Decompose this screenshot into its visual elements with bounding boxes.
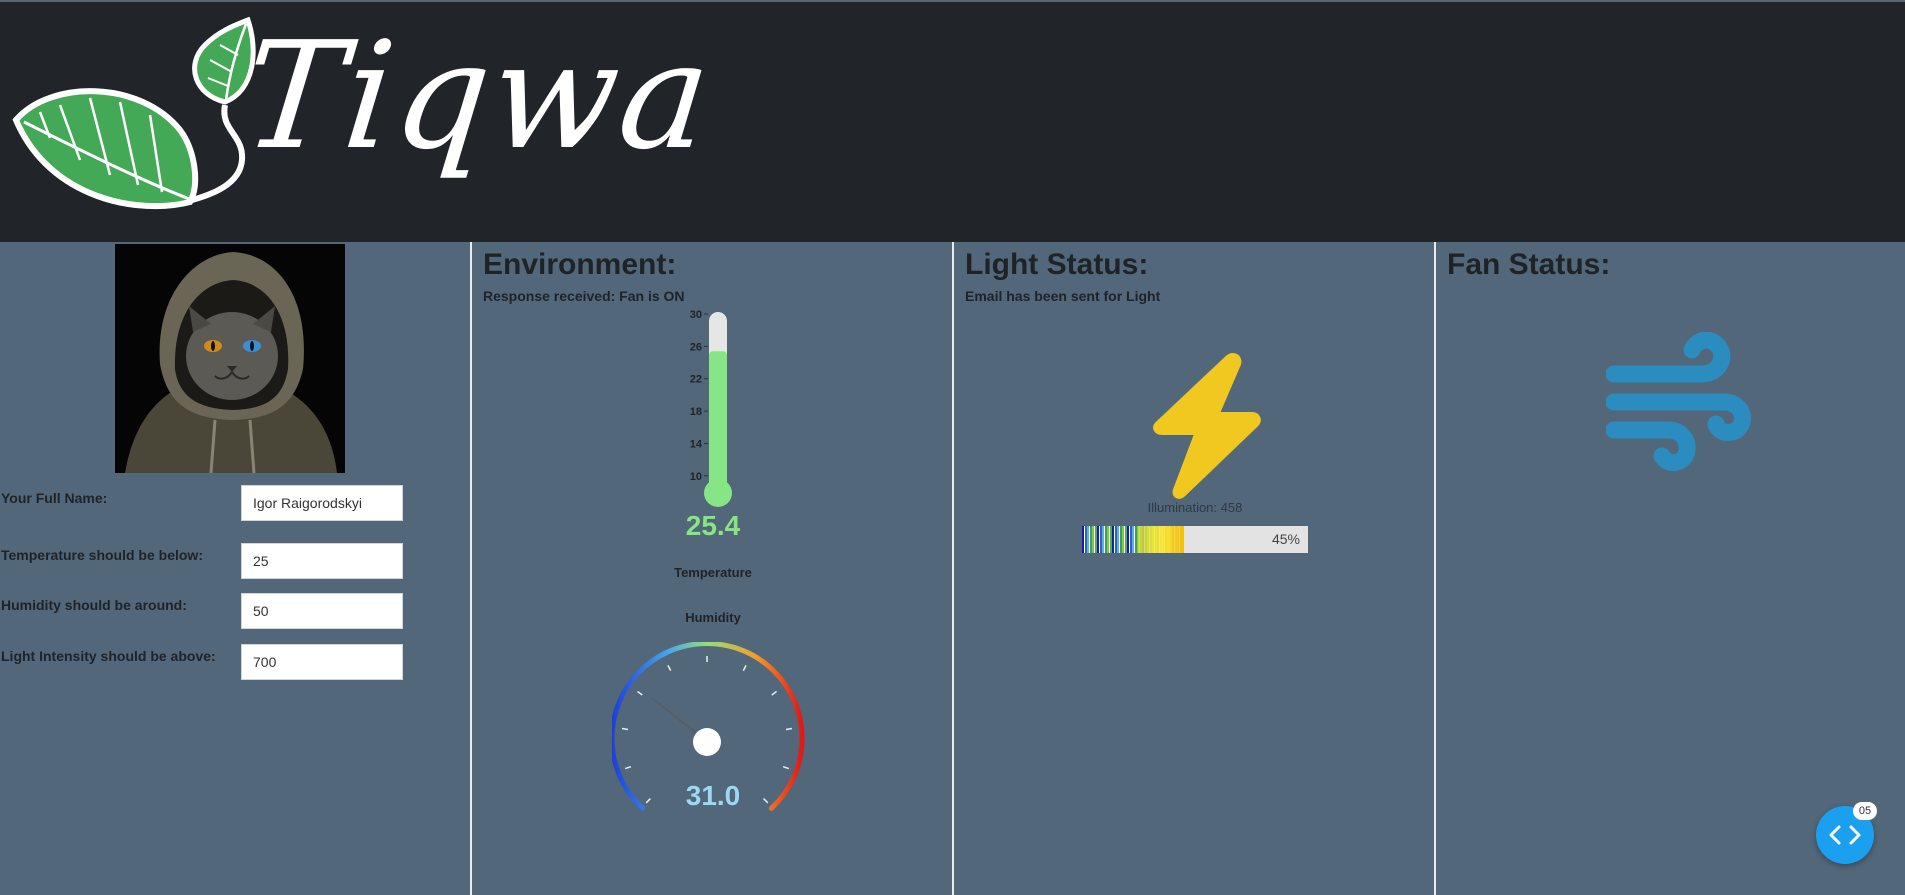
settings-column: Your Full Name: Temperature should be be… [0, 242, 470, 895]
fan-title: Fan Status: [1447, 248, 1611, 281]
thermometer-fill [709, 351, 727, 492]
humidity-label: Humidity [685, 610, 741, 625]
humidity-dial-tick [785, 727, 793, 731]
humidity-dial-tick [636, 690, 643, 696]
humidity-dial-hub [693, 728, 721, 756]
thermometer-bulb [704, 479, 732, 507]
fan-column: Fan Status: [1434, 242, 1905, 895]
light-status-text: Email has been sent for Light [965, 288, 1161, 304]
lightning-bolt-icon [1153, 352, 1261, 499]
humidity-dial-tick [771, 690, 778, 696]
thermometer-tick-label: 30 [690, 310, 702, 321]
temperature-value: 25.4 [685, 510, 741, 541]
humidity-dial-tick [782, 766, 790, 770]
logo[interactable]: Tiqwa [10, 10, 720, 220]
hooded-cat-avatar-icon [115, 244, 345, 473]
light-threshold-label: Light Intensity should be above: [1, 648, 216, 664]
environment-response: Response received: Fan is ON [483, 288, 685, 304]
thermometer-tick-label: 14 [690, 438, 703, 450]
code-nav-icon [1829, 825, 1861, 845]
humidity-value: 31.0 [685, 780, 741, 811]
illumination-percent: 45% [1271, 531, 1300, 547]
humidity-threshold-label: Humidity should be around: [1, 597, 187, 613]
illumination-text: Illumination: 458 [1147, 500, 1243, 515]
humidity-dial-tick [621, 727, 629, 731]
temperature-gauge: 30 26 22 18 14 10 [690, 310, 732, 507]
nav-badge: 05 [1853, 802, 1877, 820]
thermometer-tick-label: 18 [690, 406, 702, 418]
temperature-threshold-input[interactable] [241, 543, 403, 579]
full-name-label: Your Full Name: [1, 490, 108, 506]
thermometer-tick-label: 10 [690, 471, 702, 483]
humidity-dial-tick [667, 665, 672, 672]
environment-column: Environment: Response received: Fan is O… [470, 242, 952, 895]
light-column: Light Status: Email has been sent for Li… [952, 242, 1434, 895]
humidity-threshold-input[interactable] [241, 593, 403, 629]
wind-icon [1606, 332, 1751, 471]
avatar [115, 244, 345, 473]
thermometer-tick-label: 26 [690, 341, 702, 353]
light-title: Light Status: [965, 248, 1149, 281]
thermometer-ticks: 30 26 22 18 14 10 [690, 310, 708, 483]
illumination-progress-fill [1082, 526, 1184, 553]
temperature-label: Temperature [674, 565, 752, 580]
temperature-threshold-label: Temperature should be below: [1, 547, 203, 563]
humidity-dial-tick [742, 665, 747, 672]
light-threshold-input[interactable] [241, 644, 403, 680]
illumination-progress-bar: 45% [1082, 526, 1308, 553]
thermometer-tick-label: 22 [690, 374, 702, 386]
full-name-input[interactable] [241, 485, 403, 521]
environment-title: Environment: [483, 248, 677, 281]
logo-text: Tiqwa [235, 10, 720, 182]
header: Tiqwa [0, 0, 1905, 242]
humidity-dial-tick [624, 766, 632, 770]
